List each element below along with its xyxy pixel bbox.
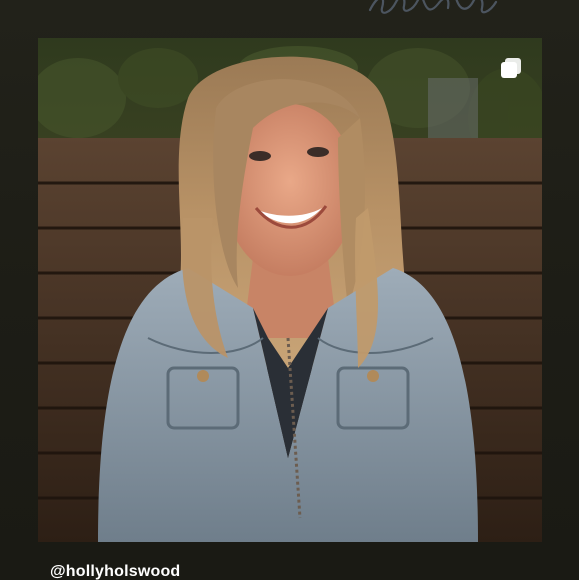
- decorative-script-icon: [368, 0, 498, 14]
- story-screen: @hollyholswood: [0, 0, 579, 580]
- portrait-photo: [38, 38, 542, 542]
- username-label[interactable]: @hollyholswood: [50, 563, 180, 580]
- carousel-icon: [501, 58, 521, 78]
- story-photo[interactable]: [38, 38, 542, 542]
